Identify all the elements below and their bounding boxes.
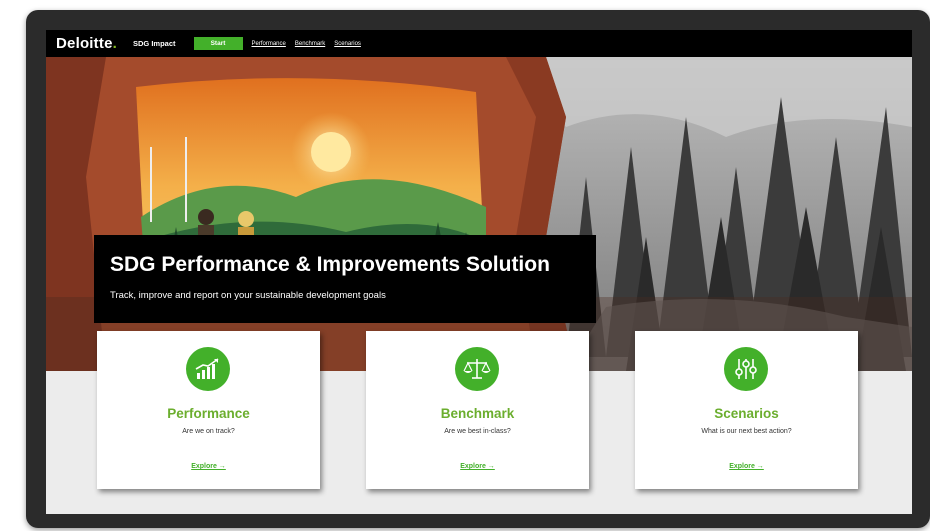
hero-subtitle: Track, improve and report on your sustai…	[110, 290, 386, 301]
card-subtitle: Are we on track?	[182, 428, 235, 435]
top-nav: Deloitte. SDG Impact Start Performance B…	[46, 30, 912, 57]
card-subtitle: Are we best in-class?	[444, 428, 511, 435]
start-button[interactable]: Start	[193, 37, 243, 50]
hero-title: SDG Performance & Improvements Solution	[110, 253, 550, 276]
hero-illustration	[46, 57, 912, 371]
card-benchmark[interactable]: Benchmark Are we best in-class? Explore …	[366, 331, 589, 489]
nav-link-benchmark[interactable]: Benchmark	[295, 41, 325, 47]
nav-link-performance[interactable]: Performance	[252, 41, 286, 47]
logo-dot: .	[112, 35, 117, 52]
nav-link-scenarios[interactable]: Scenarios	[334, 41, 361, 47]
logo-text: Deloitte	[56, 35, 113, 52]
deloitte-logo[interactable]: Deloitte.	[56, 35, 117, 52]
screen: Deloitte. SDG Impact Start Performance B…	[46, 30, 912, 514]
card-performance[interactable]: Performance Are we on track? Explore →	[97, 331, 320, 489]
explore-link-performance[interactable]: Explore →	[97, 463, 320, 470]
balance-scale-icon	[455, 347, 499, 391]
card-title: Benchmark	[440, 406, 515, 421]
card-scenarios[interactable]: Scenarios What is our next best action? …	[635, 331, 858, 489]
app-name[interactable]: SDG Impact	[133, 39, 176, 48]
explore-link-scenarios[interactable]: Explore →	[635, 463, 858, 470]
card-title: Scenarios	[714, 406, 779, 421]
sliders-icon	[724, 347, 768, 391]
card-subtitle: What is our next best action?	[701, 428, 792, 435]
card-title: Performance	[167, 406, 250, 421]
hero-section: SDG Performance & Improvements Solution …	[46, 57, 912, 371]
growth-chart-icon	[186, 347, 230, 391]
explore-link-benchmark[interactable]: Explore →	[366, 463, 589, 470]
hero-banner: SDG Performance & Improvements Solution …	[94, 235, 596, 323]
